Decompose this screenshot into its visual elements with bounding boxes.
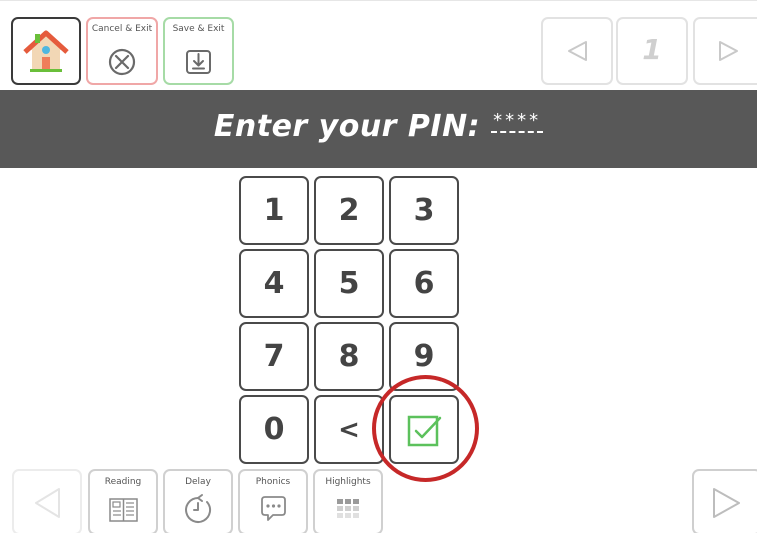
cancel-exit-button[interactable]: Cancel & Exit [86,17,158,85]
bottom-next-button[interactable] [692,469,757,533]
top-toolbar: Cancel & Exit Save & Exit 1 [0,0,757,90]
circle-x-icon [108,48,136,76]
triangle-right-icon [719,41,738,61]
page-number-button[interactable]: 1 [616,17,688,85]
speech-bubble-icon [261,496,286,521]
key-5[interactable]: 5 [314,249,384,318]
previous-page-button[interactable] [541,17,613,85]
pin-input[interactable]: **** [491,110,544,133]
phonics-button[interactable]: Phonics [238,469,308,533]
key-7[interactable]: 7 [239,322,309,391]
next-page-button[interactable] [693,17,757,85]
reading-button[interactable]: Reading [88,469,158,533]
pin-header: Enter your PIN: **** [0,90,757,168]
key-0[interactable]: 0 [239,395,309,464]
key-8[interactable]: 8 [314,322,384,391]
reading-icon [109,498,138,522]
delay-button[interactable]: Delay [163,469,233,533]
triangle-right-icon [713,488,740,518]
grid-icon [337,499,359,518]
pin-prompt: Enter your PIN: **** [0,109,757,144]
timer-icon [185,494,212,523]
pin-prompt-label: Enter your PIN: [213,109,481,144]
key-4[interactable]: 4 [239,249,309,318]
key-1[interactable]: 1 [239,176,309,245]
save-exit-button[interactable]: Save & Exit [163,17,234,85]
home-icon [23,30,69,72]
triangle-left-icon [568,41,587,61]
home-button[interactable] [11,17,81,85]
key-2[interactable]: 2 [314,176,384,245]
highlights-button[interactable]: Highlights [313,469,383,533]
key-3[interactable]: 3 [389,176,459,245]
bottom-previous-button[interactable] [12,469,82,533]
triangle-left-icon [35,488,60,518]
download-icon [186,50,211,74]
bottom-toolbar: Reading Delay Phonics Highlights [0,466,757,533]
page-number: 1 [642,33,662,66]
key-6[interactable]: 6 [389,249,459,318]
